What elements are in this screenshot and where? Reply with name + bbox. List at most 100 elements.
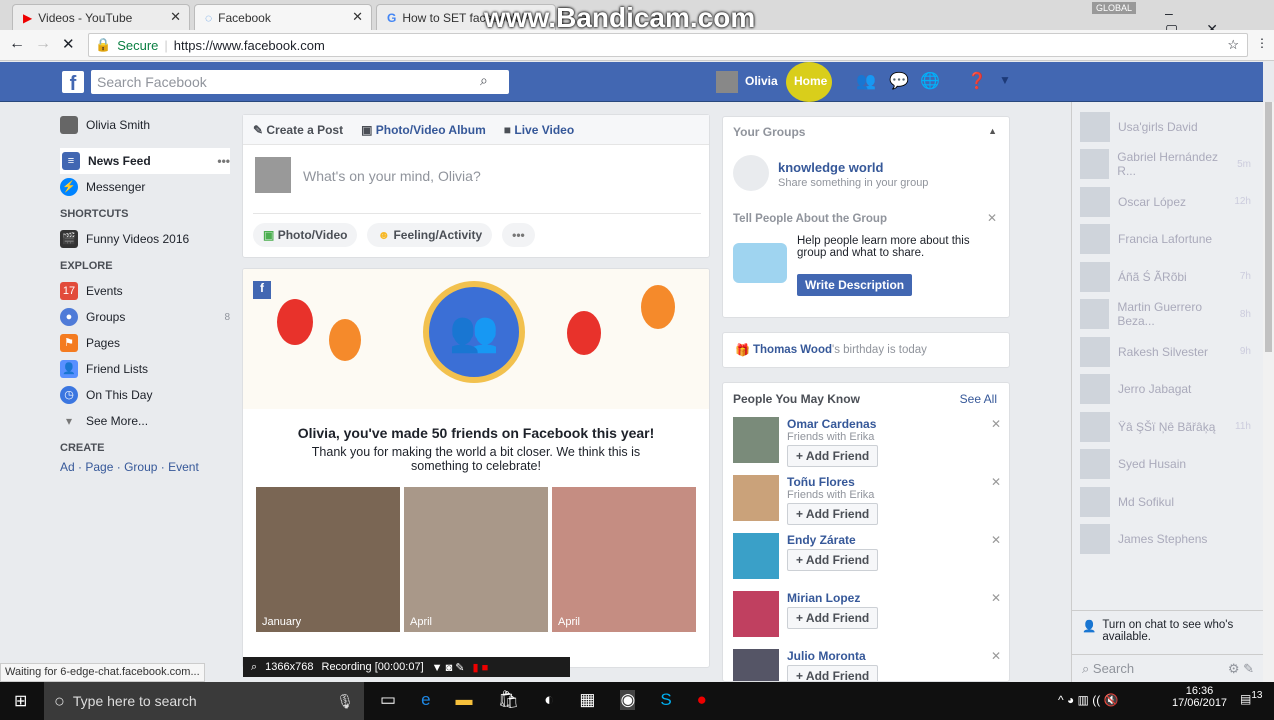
notifications-icon[interactable]: 🌐 xyxy=(920,71,940,91)
photo-video-button[interactable]: ▣ Photo/Video xyxy=(253,223,358,247)
chrome-icon[interactable]: ◉ xyxy=(620,690,636,710)
avatar[interactable] xyxy=(716,71,738,93)
sidebar-item-groups[interactable]: ● Groups 8 xyxy=(60,304,230,330)
search-icon[interactable]: ⌕ xyxy=(480,72,488,89)
photo-thumb[interactable]: April xyxy=(552,487,696,632)
avatar[interactable] xyxy=(733,417,779,463)
avatar[interactable] xyxy=(733,533,779,579)
close-icon[interactable]: ✕ xyxy=(991,591,1001,605)
collapse-icon[interactable]: ▲ xyxy=(988,126,997,136)
chat-contact[interactable]: Usa'girls David xyxy=(1072,108,1263,146)
facebook-logo[interactable]: f xyxy=(62,71,84,95)
chat-contact[interactable]: Francia Lafortune xyxy=(1072,221,1263,259)
stop-icon[interactable]: ✕ xyxy=(62,35,75,53)
post-input[interactable]: What's on your mind, Olivia? xyxy=(303,168,481,184)
feeling-button[interactable]: ☻ Feeling/Activity xyxy=(367,223,493,247)
sidebar-item-shortcut[interactable]: 🎬 Funny Videos 2016 xyxy=(60,226,230,252)
stop-record-icon[interactable]: ▮ ■ xyxy=(473,661,489,674)
create-post-tab[interactable]: ✎ Create a Post xyxy=(253,123,343,137)
person-name-link[interactable]: Julio Moronta xyxy=(787,649,1003,663)
photos-icon[interactable]: ◐ xyxy=(544,690,554,710)
chat-contact[interactable]: Syed Husain xyxy=(1072,446,1263,484)
friend-requests-icon[interactable]: 👥 xyxy=(856,71,876,91)
birthday-name-link[interactable]: Thomas Wood xyxy=(753,344,832,356)
add-friend-button[interactable]: + Add Friend xyxy=(787,503,879,525)
avatar[interactable] xyxy=(733,649,779,681)
chat-off-notice[interactable]: 👤 Turn on chat to see who's available. xyxy=(1072,610,1264,651)
person-name-link[interactable]: Endy Zárate xyxy=(787,533,1003,547)
see-more-link[interactable]: ▾ See More... xyxy=(60,408,230,434)
close-icon[interactable]: ✕ xyxy=(991,417,1001,431)
live-video-tab[interactable]: ■ Live Video xyxy=(504,123,574,137)
messages-icon[interactable]: 💬 xyxy=(889,71,909,91)
close-icon[interactable]: ✕ xyxy=(987,211,997,225)
search-input[interactable]: Search Facebook xyxy=(91,70,509,94)
create-ad-link[interactable]: Ad xyxy=(60,460,75,474)
back-icon[interactable]: ← xyxy=(9,35,25,53)
action-center-icon[interactable]: ▤13 xyxy=(1240,690,1262,706)
add-friend-button[interactable]: + Add Friend xyxy=(787,549,879,571)
group-name-link[interactable]: knowledge world xyxy=(778,160,883,175)
photo-album-tab[interactable]: ▣ Photo/Video Album xyxy=(361,123,486,137)
microphone-icon[interactable]: 🎙 xyxy=(336,693,354,710)
chat-contact[interactable]: Rakesh Silvester 9h xyxy=(1072,333,1263,371)
more-options-button[interactable]: ••• xyxy=(502,223,535,247)
sidebar-item-events[interactable]: 17 Events xyxy=(60,278,230,304)
write-description-button[interactable]: Write Description xyxy=(797,274,913,296)
sidebar-item-friend-lists[interactable]: 👤 Friend Lists xyxy=(60,356,230,382)
sidebar-item-on-this-day[interactable]: ◷ On This Day xyxy=(60,382,230,408)
chat-search-input[interactable]: ⌕ Search ⚙ ✎ xyxy=(1072,654,1264,683)
chat-contact[interactable]: Gabriel Hernández R... 5m xyxy=(1072,146,1263,184)
forward-icon[interactable]: → xyxy=(35,35,51,53)
chat-contact[interactable]: Ÿâ ŞŠï Ņê Bãřâķą 11h xyxy=(1072,408,1263,446)
tab-facebook[interactable]: ◌ Facebook ✕ xyxy=(194,4,372,30)
store-icon[interactable]: 🛍 xyxy=(498,690,520,710)
skype-icon[interactable]: S xyxy=(660,690,671,710)
sidebar-profile[interactable]: Olivia Smith xyxy=(60,112,230,138)
sidebar-item-news-feed[interactable]: ≡ News Feed ••• xyxy=(60,148,230,174)
chat-contact[interactable]: Áñã Ś ÃRõbi 7h xyxy=(1072,258,1263,296)
bookmark-star-icon[interactable]: ☆ xyxy=(1227,37,1239,53)
taskbar-search[interactable]: ○ Type here to search 🎙 xyxy=(44,682,364,720)
zoom-icon[interactable]: ⌕ xyxy=(251,661,257,674)
close-tab-icon[interactable]: ✕ xyxy=(170,9,181,25)
photo-thumb[interactable]: January xyxy=(256,487,400,632)
chat-contact[interactable]: Oscar López 12h xyxy=(1072,183,1263,221)
clock[interactable]: 16:36 17/06/2017 xyxy=(1172,685,1227,709)
profile-link[interactable]: Olivia xyxy=(745,74,778,88)
sidebar-item-messenger[interactable]: ⚡ Messenger xyxy=(60,174,230,200)
windows-start-icon[interactable]: ⊞ xyxy=(14,691,27,711)
avatar[interactable] xyxy=(733,591,779,637)
scrollbar[interactable] xyxy=(1263,102,1274,682)
bandicam-icon[interactable]: ● xyxy=(697,690,707,710)
person-name-link[interactable]: Omar Cardenas xyxy=(787,417,1003,431)
create-group-link[interactable]: Group xyxy=(124,460,157,474)
close-icon[interactable]: ✕ xyxy=(991,475,1001,489)
edge-icon[interactable]: e xyxy=(421,690,430,710)
person-name-link[interactable]: Mirian Lopez xyxy=(787,591,1003,605)
more-icon[interactable]: ••• xyxy=(217,154,230,168)
see-all-link[interactable]: See All xyxy=(960,392,997,406)
create-event-link[interactable]: Event xyxy=(168,460,199,474)
chevron-down-icon[interactable]: ▼ xyxy=(999,73,1011,87)
person-name-link[interactable]: Toñu Flores xyxy=(787,475,1003,489)
chat-contact[interactable]: James Stephens xyxy=(1072,521,1263,559)
add-friend-button[interactable]: + Add Friend xyxy=(787,665,879,681)
close-icon[interactable]: ✕ xyxy=(991,533,1001,547)
camera-icon[interactable]: ▼ ◙ ✎ xyxy=(432,661,465,674)
sidebar-item-pages[interactable]: ⚑ Pages xyxy=(60,330,230,356)
app-icon[interactable]: ▦ xyxy=(579,690,595,710)
chat-contact[interactable]: Martin Guerrero Beza... 8h xyxy=(1072,296,1263,334)
help-icon[interactable]: ❓ xyxy=(967,71,987,91)
chat-contact[interactable]: Jerro Jabagat xyxy=(1072,371,1263,409)
close-icon[interactable]: ✕ xyxy=(991,649,1001,663)
add-friend-button[interactable]: + Add Friend xyxy=(787,607,879,629)
menu-icon[interactable]: ⋮ xyxy=(1256,36,1268,50)
system-tray-icons[interactable]: ^ ◕ ▥ (( 🔇 xyxy=(1058,693,1119,707)
close-tab-icon[interactable]: ✕ xyxy=(352,9,363,25)
settings-icon[interactable]: ⚙ ✎ xyxy=(1228,661,1254,677)
create-page-link[interactable]: Page xyxy=(85,460,113,474)
add-friend-button[interactable]: + Add Friend xyxy=(787,445,879,467)
home-link[interactable]: Home xyxy=(794,74,827,88)
file-explorer-icon[interactable]: ▬ xyxy=(456,690,473,710)
